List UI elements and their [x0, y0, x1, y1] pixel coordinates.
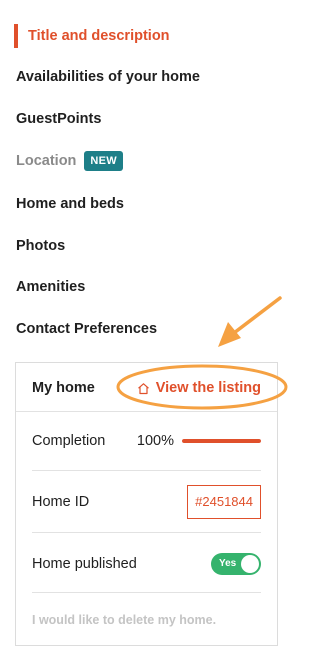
home-id-label: Home ID	[32, 494, 90, 510]
nav-item-photos[interactable]: Photos	[16, 234, 65, 258]
nav-item-label: Photos	[16, 238, 66, 254]
active-indicator	[14, 24, 18, 48]
card-header: My home View the listing	[32, 376, 261, 400]
new-badge: NEW	[84, 151, 123, 171]
home-outline-icon	[137, 382, 149, 394]
card-title: My home	[32, 380, 95, 396]
view-listing-link[interactable]: View the listing	[137, 380, 261, 396]
toggle-state-label: Yes	[219, 558, 237, 569]
published-row: Home published Yes	[32, 552, 261, 576]
published-toggle[interactable]: Yes	[211, 553, 261, 575]
home-id-value: #2451844	[187, 485, 261, 519]
nav-item-label: Availabilities of your home	[16, 69, 200, 85]
completion-label: Completion	[32, 433, 106, 449]
row-divider	[32, 532, 261, 533]
nav-item-title-description[interactable]: Title and description	[28, 24, 170, 48]
nav-item-label: GuestPoints	[16, 111, 102, 127]
annotation-arrow-shaft	[228, 296, 282, 338]
nav-item-label: Amenities	[16, 279, 86, 295]
delete-home-link[interactable]: I would like to delete my home.	[32, 613, 216, 627]
nav-item-availabilities[interactable]: Availabilities of your home	[16, 65, 200, 89]
completion-row: Completion 100%	[32, 429, 261, 453]
completion-indicator: 100%	[137, 433, 261, 449]
my-home-card: My home View the listing Completion 100%…	[15, 362, 278, 646]
card-header-divider	[16, 411, 277, 412]
completion-progress-bar	[182, 439, 261, 443]
nav-item-label: Title and description	[28, 28, 170, 44]
nav-item-contact-preferences[interactable]: Contact Preferences	[16, 317, 157, 341]
nav-item-home-and-beds[interactable]: Home and beds	[16, 192, 124, 216]
nav-item-guestpoints[interactable]: GuestPoints	[16, 107, 101, 131]
published-label: Home published	[32, 556, 137, 572]
completion-progress-fill	[182, 439, 261, 443]
nav-item-label: Home and beds	[16, 196, 124, 212]
view-listing-label: View the listing	[155, 380, 261, 396]
row-divider	[32, 592, 261, 593]
toggle-knob	[241, 555, 259, 573]
nav-item-label: Contact Preferences	[16, 321, 158, 337]
home-id-row: Home ID #2451844	[32, 485, 261, 519]
nav-item-amenities[interactable]: Amenities	[16, 275, 85, 299]
nav-item-location[interactable]: Location NEW	[16, 149, 123, 173]
annotation-arrow-head	[218, 322, 241, 347]
completion-percent: 100%	[136, 433, 174, 449]
nav-item-label: Location	[16, 153, 77, 169]
row-divider	[32, 470, 261, 471]
